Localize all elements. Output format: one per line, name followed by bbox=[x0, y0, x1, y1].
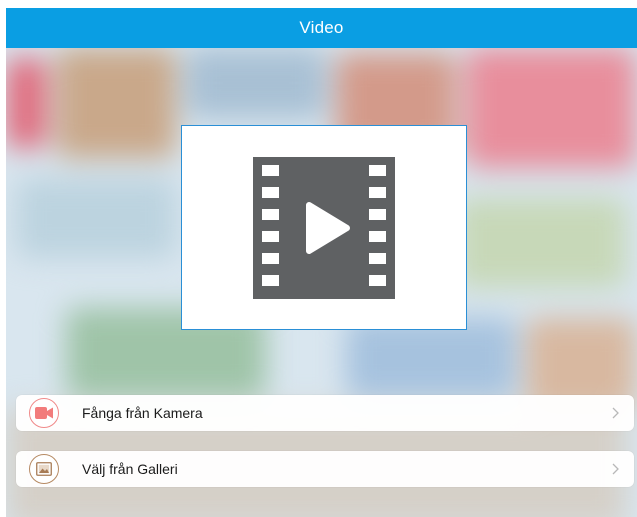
film-play-icon bbox=[253, 156, 395, 299]
background-shape bbox=[346, 318, 516, 398]
background-shape bbox=[456, 198, 626, 288]
capture-from-camera-label: Fånga från Kamera bbox=[82, 405, 203, 421]
header-bar: Video bbox=[6, 8, 637, 48]
chevron-right-icon bbox=[610, 405, 620, 421]
choose-from-gallery-label: Välj från Galleri bbox=[82, 461, 178, 477]
background-shape bbox=[16, 178, 176, 258]
gallery-image-icon-badge bbox=[29, 454, 59, 484]
page-title: Video bbox=[299, 18, 344, 37]
capture-from-camera-button[interactable]: Fånga från Kamera bbox=[16, 395, 634, 431]
gallery-image-icon bbox=[36, 462, 52, 476]
choose-from-gallery-button[interactable]: Välj från Galleri bbox=[16, 451, 634, 487]
background-shape bbox=[186, 48, 326, 118]
background-shape bbox=[466, 48, 636, 168]
background-shape bbox=[6, 58, 46, 148]
video-camera-icon bbox=[35, 407, 53, 419]
video-preview[interactable] bbox=[181, 125, 467, 330]
chevron-right-icon bbox=[610, 461, 620, 477]
video-screen: Video Fånga från Kamera Välj från Galler… bbox=[6, 8, 637, 517]
video-camera-icon-badge bbox=[29, 398, 59, 428]
background-shape bbox=[56, 48, 176, 158]
